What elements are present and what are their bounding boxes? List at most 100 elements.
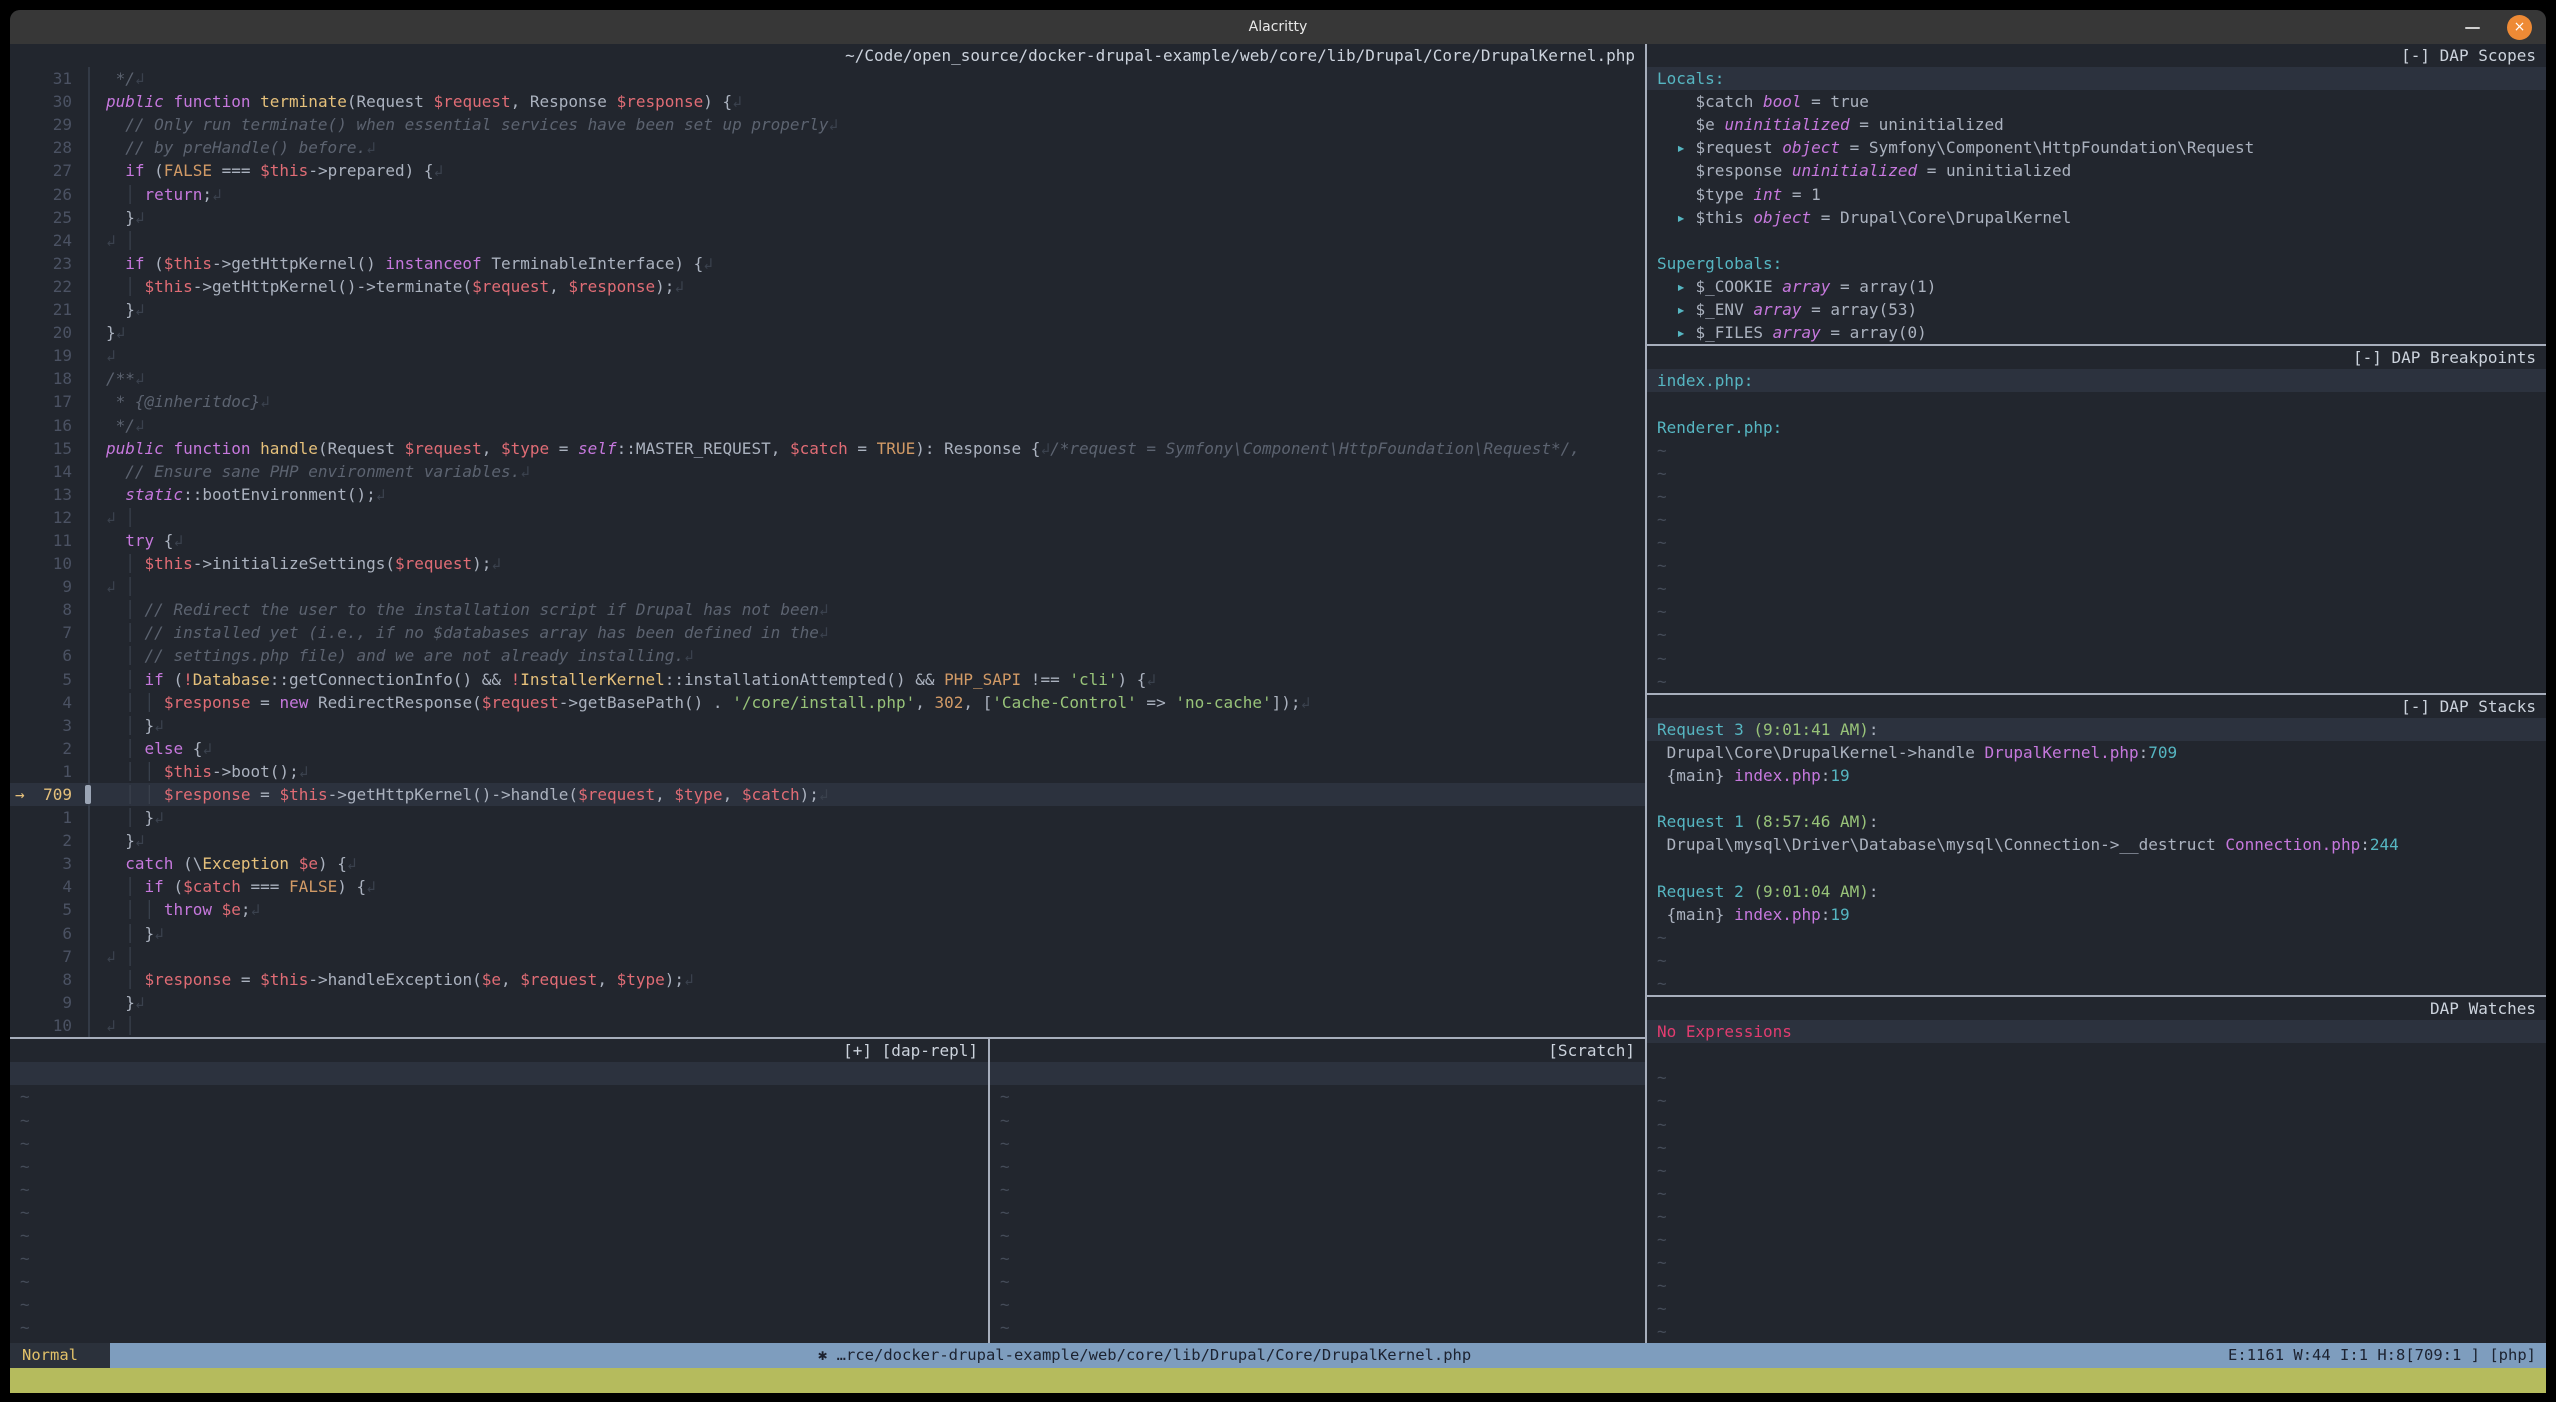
- panel-row-selected[interactable]: [10, 1062, 988, 1085]
- panel-row[interactable]: ~: [1647, 485, 2546, 508]
- code-line[interactable]: 12↲ │: [10, 506, 1645, 529]
- code-line[interactable]: 29 // Only run terminate() when essentia…: [10, 113, 1645, 136]
- panel-row[interactable]: [1647, 787, 2546, 810]
- panel-row[interactable]: [1647, 1043, 2546, 1066]
- panel-row[interactable]: ~: [1647, 1274, 2546, 1297]
- code-line[interactable]: 9 }↲: [10, 991, 1645, 1014]
- panel-row[interactable]: [1647, 392, 2546, 415]
- panel-row-selected[interactable]: Request 3 (9:01:41 AM):: [1647, 718, 2546, 741]
- code-line[interactable]: 24↲ │: [10, 229, 1645, 252]
- panel-row[interactable]: ~: [1647, 1251, 2546, 1274]
- close-button[interactable]: ×: [2507, 15, 2532, 40]
- dap-scopes-panel[interactable]: [-] DAP Scopes Locals: $catch bool = tru…: [1647, 44, 2546, 344]
- panel-row[interactable]: ~: [1647, 1066, 2546, 1089]
- code-line[interactable]: 28 // by preHandle() before.↲: [10, 136, 1645, 159]
- dap-stacks-rows[interactable]: Request 3 (9:01:41 AM): Drupal\Core\Drup…: [1647, 718, 2546, 995]
- panel-row[interactable]: Superglobals:: [1647, 252, 2546, 275]
- panel-row[interactable]: ~: [1647, 531, 2546, 554]
- panel-row[interactable]: {main} index.php:19: [1647, 903, 2546, 926]
- panel-row[interactable]: ~: [1647, 554, 2546, 577]
- panel-row[interactable]: ~: [10, 1132, 988, 1155]
- code-line[interactable]: 2 }↲: [10, 829, 1645, 852]
- panel-row[interactable]: ~: [1647, 1320, 2546, 1343]
- code-line[interactable]: 5 │ if (!Database::getConnectionInfo() &…: [10, 668, 1645, 691]
- panel-row[interactable]: ~: [1647, 462, 2546, 485]
- dap-watches-rows[interactable]: No Expressions~~~~~~~~~~~~: [1647, 1020, 2546, 1343]
- code-line[interactable]: 7 │ // installed yet (i.e., if no $datab…: [10, 621, 1645, 644]
- dap-scopes-rows[interactable]: Locals: $catch bool = true $e uninitiali…: [1647, 67, 2546, 344]
- code-line[interactable]: 10↲ │: [10, 1014, 1645, 1037]
- panel-row[interactable]: ~: [1647, 1159, 2546, 1182]
- panel-row[interactable]: ~: [990, 1316, 1645, 1339]
- panel-row[interactable]: ▸ $_FILES array = array(0): [1647, 321, 2546, 344]
- panel-row[interactable]: ~: [990, 1247, 1645, 1270]
- panel-row-selected[interactable]: index.php:: [1647, 369, 2546, 392]
- code-line[interactable]: 13 static::bootEnvironment();↲: [10, 483, 1645, 506]
- panel-row[interactable]: ~: [990, 1085, 1645, 1108]
- code-line[interactable]: 10 │ $this->initializeSettings($request)…: [10, 552, 1645, 575]
- code-line[interactable]: 31 */↲: [10, 67, 1645, 90]
- dap-breakpoints-panel[interactable]: [-] DAP Breakpoints index.php:Renderer.p…: [1647, 346, 2546, 693]
- panel-row[interactable]: ~: [10, 1247, 988, 1270]
- panel-row[interactable]: ~: [1647, 1113, 2546, 1136]
- panel-row[interactable]: [1647, 229, 2546, 252]
- code-line[interactable]: 26 │ return;↲: [10, 183, 1645, 206]
- panel-row[interactable]: ~: [1647, 647, 2546, 670]
- panel-row[interactable]: ~: [1647, 670, 2546, 693]
- panel-row[interactable]: {main} index.php:19: [1647, 764, 2546, 787]
- panel-row[interactable]: ~: [10, 1224, 988, 1247]
- panel-row[interactable]: $catch bool = true: [1647, 90, 2546, 113]
- code-line[interactable]: 21 }↲: [10, 298, 1645, 321]
- dap-repl-window[interactable]: [+] [dap-repl] ~~~~~~~~~~~: [10, 1039, 990, 1343]
- panel-row[interactable]: Request 2 (9:01:04 AM):: [1647, 880, 2546, 903]
- code-line[interactable]: 20}↲: [10, 321, 1645, 344]
- scratch-window[interactable]: [Scratch] ~~~~~~~~~~~: [990, 1039, 1645, 1343]
- code-line[interactable]: 14 // Ensure sane PHP environment variab…: [10, 460, 1645, 483]
- title-bar[interactable]: Alacritty ×: [10, 10, 2546, 44]
- code-line[interactable]: 15public function handle(Request $reques…: [10, 437, 1645, 460]
- code-line[interactable]: 8 │ // Redirect the user to the installa…: [10, 598, 1645, 621]
- panel-row[interactable]: $response uninitialized = uninitialized: [1647, 159, 2546, 182]
- code-line[interactable]: 6 │ // settings.php file) and we are not…: [10, 644, 1645, 667]
- dap-watches-panel[interactable]: DAP Watches No Expressions~~~~~~~~~~~~: [1647, 997, 2546, 1343]
- panel-row[interactable]: ~: [990, 1270, 1645, 1293]
- code-line[interactable]: 27 if (FALSE === $this->prepared) {↲: [10, 159, 1645, 182]
- panel-row[interactable]: Renderer.php:: [1647, 416, 2546, 439]
- code-line[interactable]: 9↲ │: [10, 575, 1645, 598]
- panel-row[interactable]: [1647, 856, 2546, 879]
- code-line[interactable]: 25 }↲: [10, 206, 1645, 229]
- panel-row[interactable]: ~: [1647, 1089, 2546, 1112]
- panel-row[interactable]: ~: [1647, 972, 2546, 995]
- panel-row[interactable]: ~: [990, 1155, 1645, 1178]
- panel-row[interactable]: ~: [1647, 1205, 2546, 1228]
- panel-row[interactable]: ~: [1647, 1228, 2546, 1251]
- panel-row[interactable]: ~: [1647, 949, 2546, 972]
- panel-row[interactable]: $e uninitialized = uninitialized: [1647, 113, 2546, 136]
- code-line-current[interactable]: →709 │ │ $response = $this->getHttpKerne…: [10, 783, 1645, 806]
- code-line[interactable]: 3 │ }↲: [10, 714, 1645, 737]
- panel-row[interactable]: ~: [1647, 926, 2546, 949]
- panel-row[interactable]: ~: [1647, 1136, 2546, 1159]
- code-window[interactable]: ~/Code/open_source/docker-drupal-example…: [10, 44, 1645, 1343]
- panel-row[interactable]: ~: [1647, 508, 2546, 531]
- panel-row[interactable]: Drupal\mysql\Driver\Database\mysql\Conne…: [1647, 833, 2546, 856]
- panel-row[interactable]: ~: [10, 1178, 988, 1201]
- code-line[interactable]: 30public function terminate(Request $req…: [10, 90, 1645, 113]
- code-line[interactable]: 23 if ($this->getHttpKernel() instanceof…: [10, 252, 1645, 275]
- panel-row[interactable]: ~: [990, 1293, 1645, 1316]
- panel-row[interactable]: ~: [1647, 1297, 2546, 1320]
- code-line[interactable]: 5 │ │ throw $e;↲: [10, 898, 1645, 921]
- panel-row[interactable]: ~: [10, 1293, 988, 1316]
- minimize-button[interactable]: [2460, 10, 2486, 44]
- code-line[interactable]: 11 try {↲: [10, 529, 1645, 552]
- panel-row[interactable]: ~: [10, 1109, 988, 1132]
- dap-stacks-panel[interactable]: [-] DAP Stacks Request 3 (9:01:41 AM): D…: [1647, 695, 2546, 995]
- panel-row[interactable]: ~: [10, 1270, 988, 1293]
- dap-repl-buffer[interactable]: ~~~~~~~~~~~: [10, 1062, 988, 1339]
- code-line[interactable]: 6 │ }↲: [10, 922, 1645, 945]
- panel-row[interactable]: ~: [1647, 623, 2546, 646]
- panel-row[interactable]: ~: [1647, 1182, 2546, 1205]
- code-line[interactable]: 4 │ if ($catch === FALSE) {↲: [10, 875, 1645, 898]
- panel-row[interactable]: ▸ $_ENV array = array(53): [1647, 298, 2546, 321]
- code-line[interactable]: 1 │ │ $this->boot();↲: [10, 760, 1645, 783]
